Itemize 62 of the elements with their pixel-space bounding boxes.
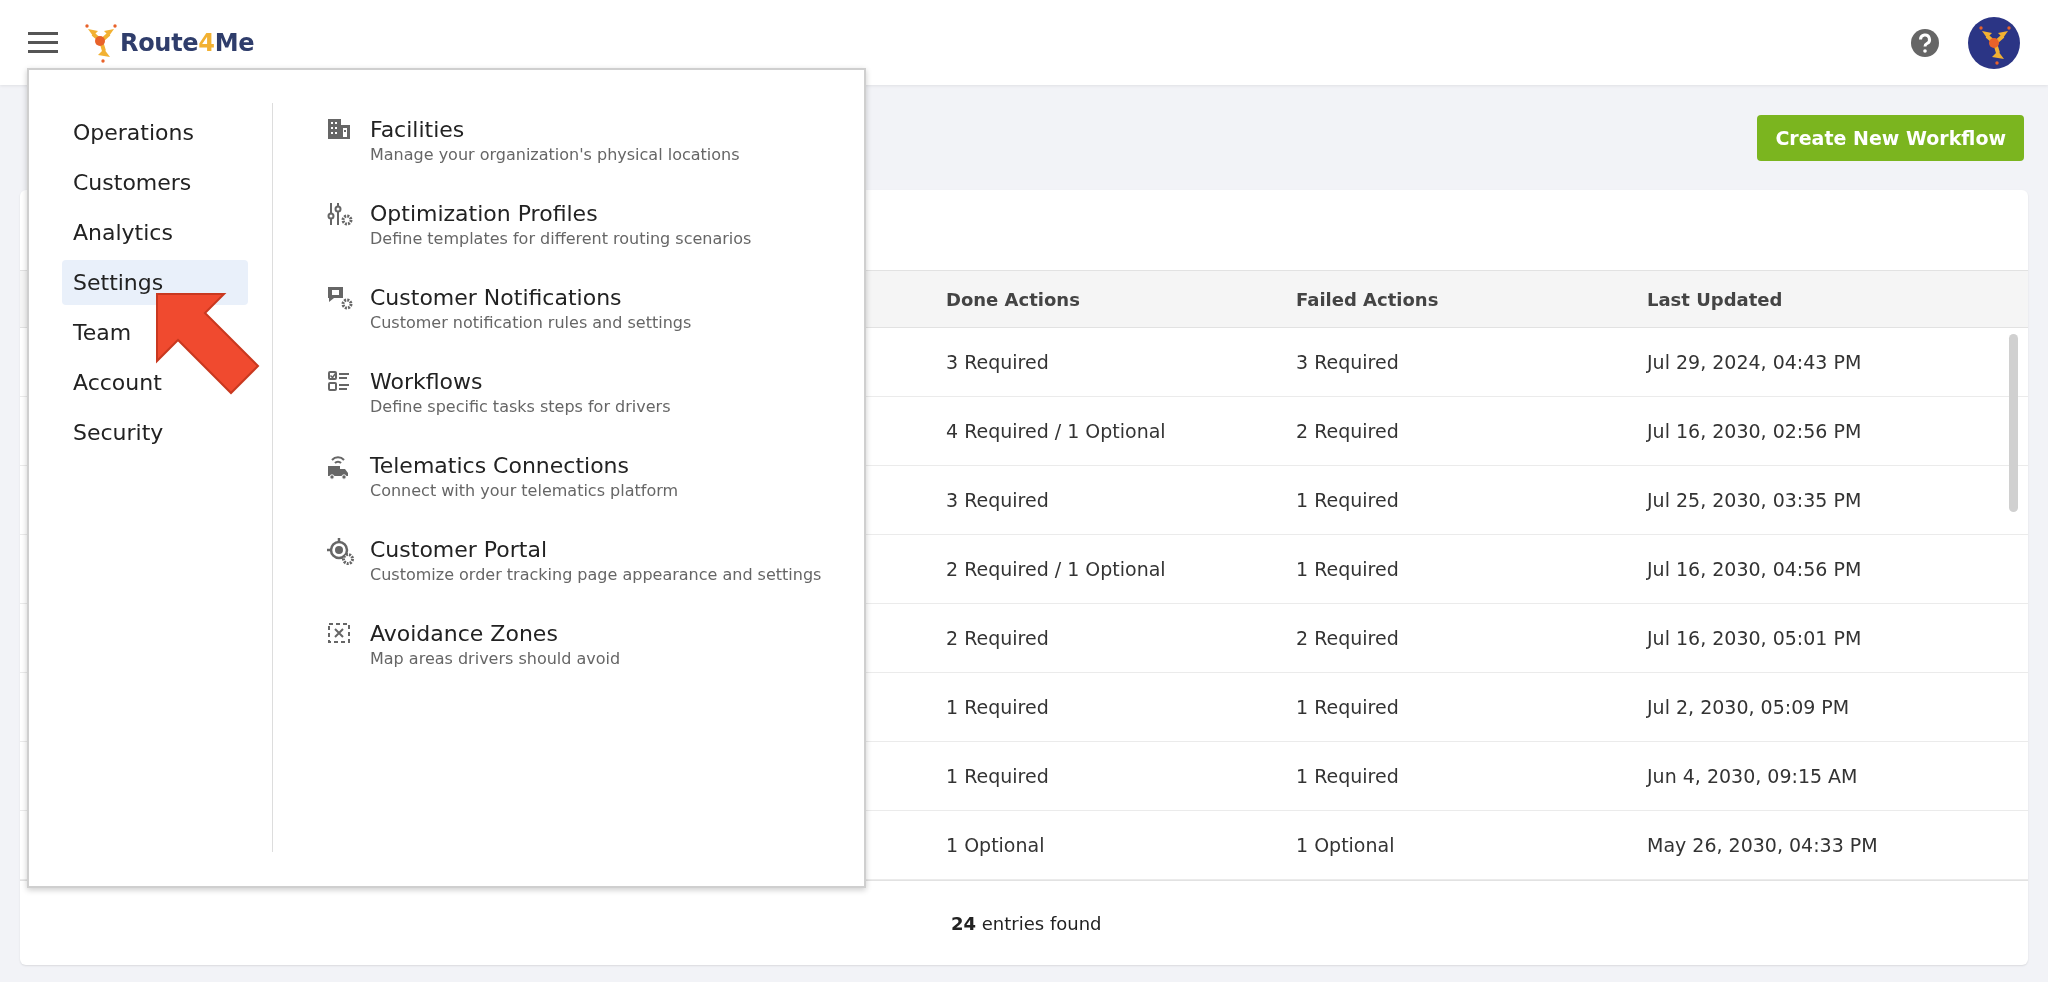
target-gear-icon [327, 538, 355, 566]
column-header[interactable]: Done Actions [946, 288, 1296, 310]
table-cell-text: 1 Optional [1296, 834, 1396, 856]
table-cell-text: Jul 16, 2030, 02:56 PM [1647, 420, 1863, 442]
table-cell-text: Jul 29, 2024, 04:43 PM [1647, 351, 1863, 373]
menu-section[interactable]: Operations [62, 110, 205, 155]
menu-item-title[interactable]: Customer Portal [370, 536, 822, 564]
table-cell-text: 3 Required [946, 351, 1050, 373]
table-cell-text: 3 Required [946, 489, 1050, 511]
menu-item-description: Manage your organization's physical locations [370, 144, 741, 166]
column-header[interactable]: Last Updated [1647, 288, 2028, 310]
menu-section[interactable]: Settings [62, 260, 248, 305]
table-cell-text: 1 Required [1296, 489, 1400, 511]
table-cell-text: 2 Required [946, 627, 1050, 649]
menu-section[interactable]: Account [62, 360, 173, 405]
table-cell-text: 4 Required / 1 Optional [946, 420, 1167, 442]
menu-item-description: Customize order tracking page appearance and settings [370, 564, 822, 586]
table-cell-text: 1 Required [1296, 765, 1400, 787]
menu-item-title[interactable]: Optimization Profiles [370, 200, 822, 228]
menu-item-description: Connect with your telematics platform [370, 480, 680, 502]
checklist-icon [327, 370, 351, 392]
menu-item-title[interactable]: Workflows [370, 368, 822, 396]
menu-item-title[interactable]: Facilities [370, 116, 822, 144]
table-cell-text: 1 Required [1296, 696, 1400, 718]
sliders-gear-icon [327, 202, 353, 226]
avatar-icon[interactable] [1968, 16, 2020, 69]
table-cell-text: 2 Required [1296, 627, 1400, 649]
table-cell-text: 1 Optional [946, 834, 1046, 856]
menu-item-title[interactable]: Avoidance Zones [370, 620, 822, 648]
table-cell-text: Jul 16, 2030, 04:56 PM [1647, 558, 1863, 580]
table-cell-text: 1 Required [1296, 558, 1400, 580]
menu-item-description: Map areas drivers should avoid [370, 648, 622, 670]
table-cell-text: 3 Required [1296, 351, 1400, 373]
logo-icon [84, 22, 118, 63]
menu-section[interactable]: Security [62, 410, 175, 455]
menu-icon[interactable] [28, 32, 58, 53]
dashed-x-box-icon [327, 622, 351, 644]
table-cell-text: Jul 2, 2030, 05:09 PM [1647, 696, 1851, 718]
menu-section[interactable]: Team [62, 310, 143, 355]
help-icon[interactable] [1910, 27, 1940, 58]
table-cell-text: Jul 16, 2030, 05:01 PM [1647, 627, 1863, 649]
table-cell-text: 1 Required [946, 696, 1050, 718]
menu-item-description: Define specific tasks steps for drivers [370, 396, 672, 418]
truck-signal-icon [327, 454, 349, 480]
scrollbar[interactable] [2009, 334, 2018, 512]
table-cell-text: 1 Required [946, 765, 1050, 787]
table-cell-text: 2 Required / 1 Optional [946, 558, 1167, 580]
menu-section[interactable]: Customers [62, 160, 203, 205]
menu-item-description: Customer notification rules and settings [370, 312, 693, 334]
table-cell-text: 2 Required [1296, 420, 1400, 442]
table-cell-text: Jul 25, 2030, 03:35 PM [1647, 489, 1863, 511]
chat-gear-icon [327, 286, 353, 310]
building-icon [327, 118, 351, 140]
menu-item-title[interactable]: Customer Notifications [370, 284, 822, 312]
table-cell-text: Jun 4, 2030, 09:15 AM [1647, 765, 1859, 787]
column-header[interactable]: Failed Actions [1296, 288, 1647, 310]
entries-count: 24 entries found [951, 912, 1102, 934]
logo-wordmark: Route4Me [120, 28, 255, 57]
menu-item-description: Define templates for different routing scenarios [370, 228, 753, 250]
table-cell-text: May 26, 2030, 04:33 PM [1647, 834, 1879, 856]
menu-item-title[interactable]: Telematics Connections [370, 452, 822, 480]
menu-section[interactable]: Analytics [62, 210, 184, 255]
